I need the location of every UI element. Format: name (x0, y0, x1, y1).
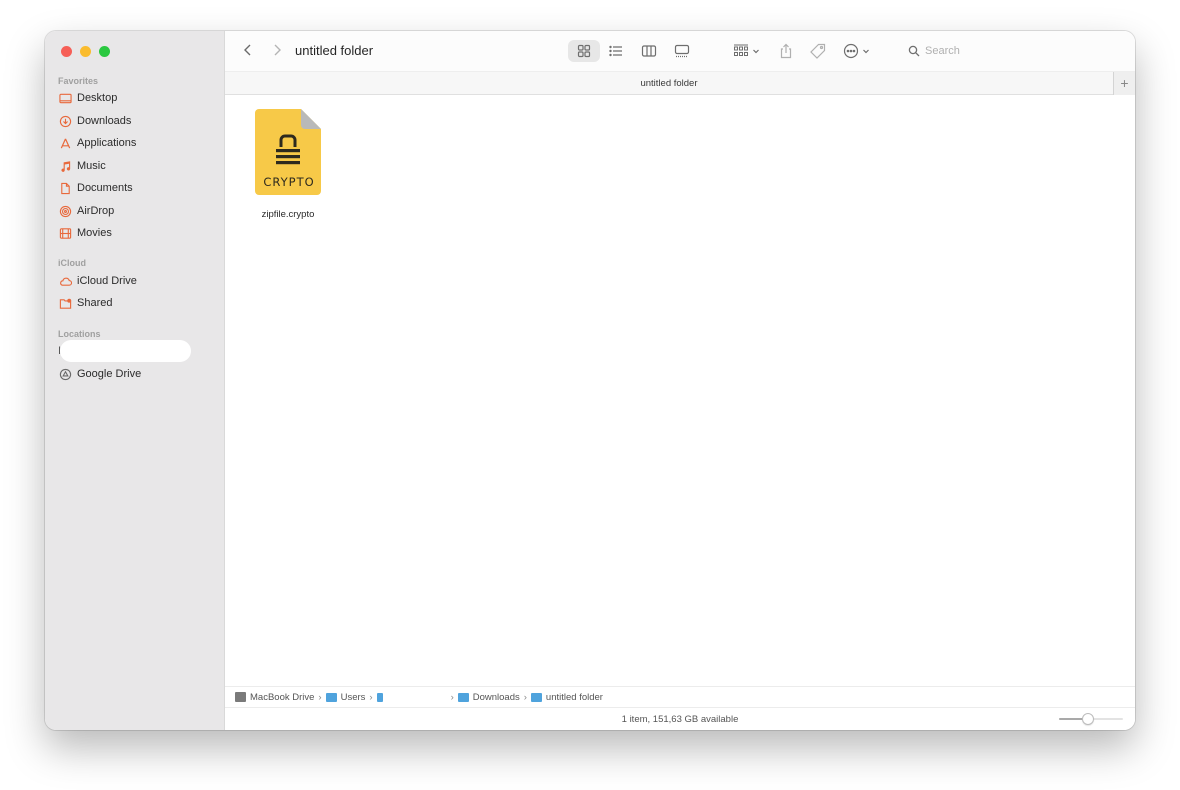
path-bar: MacBook Drive › Users › › Downloads › un… (225, 686, 1135, 708)
crumb-users[interactable]: Users › (325, 692, 377, 703)
group-by-button[interactable] (730, 40, 762, 62)
icon-size-slider[interactable] (1059, 713, 1123, 725)
search-input[interactable] (925, 45, 1115, 57)
crumb-macbook-drive[interactable]: MacBook Drive › (235, 692, 326, 703)
gallery-icon (674, 44, 690, 58)
crumb-untitled-folder[interactable]: untitled folder (530, 692, 603, 703)
group-grid-icon (733, 44, 748, 56)
cloud-icon (58, 274, 72, 288)
sidebar-item-label: Music (77, 160, 106, 172)
status-text: 1 item, 151,63 GB available (621, 714, 739, 725)
sidebar-section-locations: Locations (58, 329, 101, 339)
chevron-right-icon (274, 44, 281, 56)
search-field[interactable] (902, 40, 1124, 62)
downloads-icon (58, 114, 72, 128)
sidebar-item-downloads[interactable]: Downloads (58, 111, 218, 131)
file-name: zipfile.crypto (261, 209, 315, 220)
finder-window: Favorites Desktop Downloads Applications… (45, 31, 1135, 730)
more-actions-button[interactable] (840, 40, 872, 62)
desktop-icon (58, 91, 72, 105)
maximize-button[interactable] (99, 46, 110, 57)
share-button[interactable] (775, 40, 797, 62)
sidebar-item-label: Downloads (77, 115, 132, 127)
movies-icon (58, 226, 72, 240)
sidebar-item-label: Google Drive (77, 368, 142, 380)
documents-icon (58, 181, 72, 195)
new-tab-button[interactable]: + (1113, 72, 1135, 95)
sidebar-section-favorites: Favorites (58, 76, 99, 86)
tab-bar: untitled folder + (225, 71, 1135, 95)
search-icon (908, 45, 920, 57)
home-folder-icon (376, 692, 383, 702)
sidebar-item-label: Documents (77, 182, 133, 194)
applications-icon (58, 136, 72, 150)
toolbar: untitled folder (225, 31, 1135, 71)
minimize-button[interactable] (80, 46, 91, 57)
sidebar: Favorites Desktop Downloads Applications… (45, 31, 225, 730)
slider-knob[interactable] (1082, 713, 1095, 725)
downloads-folder-icon (457, 692, 469, 702)
column-view-button[interactable] (634, 40, 664, 62)
status-bar: 1 item, 151,63 GB available (225, 708, 1135, 730)
folder-icon (530, 692, 542, 702)
icon-view-button[interactable] (568, 40, 600, 62)
music-icon (58, 159, 72, 173)
crumb-user-home[interactable] (376, 692, 447, 702)
shared-folder-icon (58, 296, 72, 310)
sidebar-item-music[interactable]: Music (58, 156, 218, 176)
list-icon (609, 45, 622, 57)
sidebar-item-airdrop[interactable]: AirDrop (58, 201, 218, 221)
sidebar-item-icloud-drive[interactable]: iCloud Drive (58, 271, 218, 291)
back-button[interactable] (240, 42, 256, 58)
sidebar-item-label: AirDrop (77, 205, 115, 217)
share-icon (780, 43, 792, 59)
chevron-left-icon (244, 44, 251, 56)
list-view-button[interactable] (601, 40, 631, 62)
sidebar-item-movies[interactable]: Movies (58, 223, 218, 243)
sidebar-item-desktop[interactable]: Desktop (58, 88, 218, 108)
window-controls (61, 46, 110, 57)
chevron-down-icon (752, 49, 759, 54)
sidebar-item-label: iCloud Drive (77, 275, 137, 287)
sidebar-item-label: Shared (77, 297, 113, 309)
tag-icon (810, 43, 826, 59)
sidebar-item-label: Applications (77, 137, 137, 149)
file-badge: CRYPTO (263, 175, 315, 189)
sidebar-item-shared[interactable]: Shared (58, 293, 218, 313)
sidebar-item-documents[interactable]: Documents (58, 178, 218, 198)
grid-icon (577, 44, 591, 58)
columns-icon (641, 45, 657, 57)
forward-button[interactable] (269, 42, 285, 58)
gallery-view-button[interactable] (667, 40, 697, 62)
sidebar-section-icloud: iCloud (58, 258, 86, 268)
sidebar-item-applications[interactable]: Applications (58, 133, 218, 153)
sidebar-item-label: Desktop (77, 92, 118, 104)
sidebar-item-google-drive[interactable]: Google Drive (58, 364, 218, 384)
ellipsis-circle-icon (843, 43, 858, 59)
sidebar-item-redacted-location[interactable] (60, 340, 191, 362)
close-button[interactable] (61, 46, 72, 57)
crumb-downloads[interactable]: › Downloads › (447, 692, 531, 703)
tag-button[interactable] (807, 40, 829, 62)
window-title: untitled folder (295, 43, 374, 58)
airdrop-icon (58, 204, 72, 218)
hard-drive-icon (235, 692, 246, 702)
sidebar-item-label: Movies (77, 227, 112, 239)
main-pane: untitled folder Search untitled folder +… (225, 31, 1135, 730)
folder-icon (325, 692, 337, 702)
chevron-down-icon (862, 49, 869, 54)
tab-untitled-folder[interactable]: untitled folder (225, 78, 1113, 89)
google-drive-icon (58, 367, 72, 381)
